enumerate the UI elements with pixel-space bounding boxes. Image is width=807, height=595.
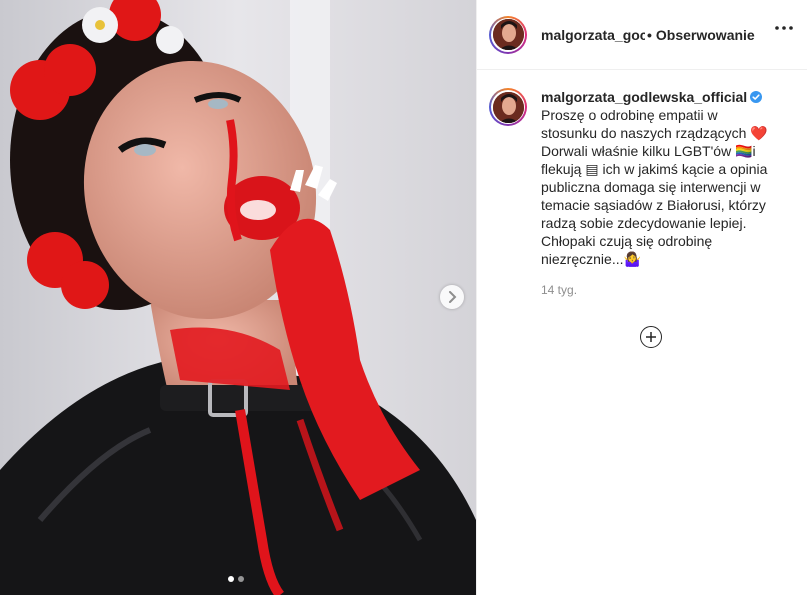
load-more-comments-button[interactable] bbox=[640, 326, 662, 348]
carousel-next-button[interactable] bbox=[440, 285, 464, 309]
header-separator: • bbox=[647, 26, 652, 43]
post-timestamp[interactable]: 14 tyg. bbox=[541, 281, 776, 299]
post-media[interactable] bbox=[0, 0, 476, 595]
comment-avatar[interactable] bbox=[489, 88, 527, 126]
follow-status-button[interactable]: Obserwowanie bbox=[656, 27, 755, 43]
caption-username[interactable]: malgorzata_godlewska_official bbox=[541, 89, 747, 105]
post-header: malgorzata_goc • Obserwowanie bbox=[477, 0, 807, 70]
plus-circle-icon bbox=[646, 332, 656, 342]
verified-badge-icon bbox=[750, 91, 763, 103]
carousel-dot-active bbox=[228, 576, 234, 582]
caption-comment: malgorzata_godlewska_official Proszę o o… bbox=[477, 70, 807, 299]
carousel-indicator bbox=[228, 576, 244, 582]
more-options-icon[interactable] bbox=[775, 26, 793, 30]
carousel-dot bbox=[238, 576, 244, 582]
post-sidebar: malgorzata_goc • Obserwowanie malgorzata… bbox=[476, 0, 807, 595]
caption-text: Proszę o odrobinę empatii w stosunku do … bbox=[541, 107, 768, 267]
avatar[interactable] bbox=[489, 15, 527, 54]
chevron-right-icon bbox=[449, 291, 457, 303]
post-photo bbox=[0, 0, 476, 595]
header-username[interactable]: malgorzata_goc bbox=[541, 27, 645, 43]
